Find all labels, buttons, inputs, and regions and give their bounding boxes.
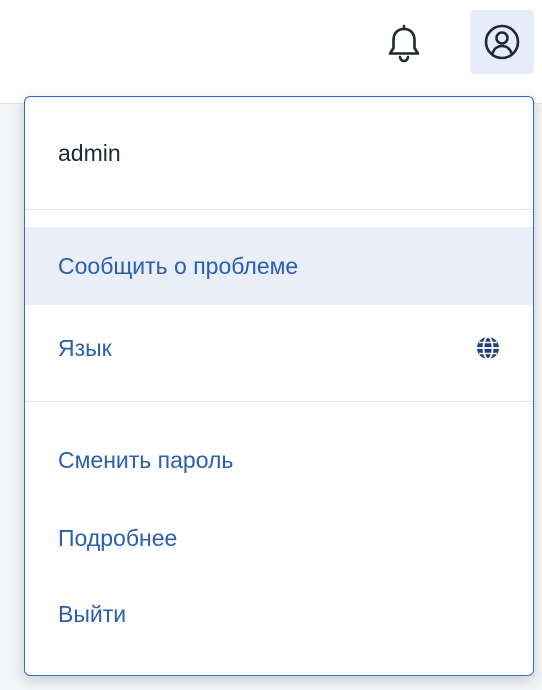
user-dropdown-menu: admin Сообщить о проблеме Язык Сменить п… bbox=[24, 96, 534, 676]
bell-icon bbox=[388, 24, 420, 63]
menu-item-label: Выйти bbox=[58, 600, 127, 627]
menu-item-report-problem[interactable]: Сообщить о проблеме bbox=[25, 227, 533, 305]
menu-item-change-password[interactable]: Сменить пароль bbox=[25, 421, 533, 499]
menu-item-label: Сообщить о проблеме bbox=[58, 252, 299, 279]
globe-icon bbox=[477, 336, 499, 360]
menu-divider bbox=[25, 401, 533, 402]
menu-item-label: Сменить пароль bbox=[58, 446, 234, 473]
user-circle-icon bbox=[484, 24, 520, 60]
user-account-button[interactable] bbox=[470, 10, 534, 74]
menu-item-more-info[interactable]: Подробнее bbox=[25, 499, 533, 577]
menu-item-logout[interactable]: Выйти bbox=[25, 575, 533, 653]
menu-divider bbox=[25, 209, 533, 210]
menu-item-label: Подробнее bbox=[58, 524, 178, 551]
username-label: admin bbox=[58, 139, 121, 166]
menu-item-language[interactable]: Язык bbox=[25, 309, 533, 387]
top-bar bbox=[0, 0, 542, 104]
notifications-button[interactable] bbox=[372, 12, 436, 76]
menu-item-label: Язык bbox=[58, 334, 112, 361]
